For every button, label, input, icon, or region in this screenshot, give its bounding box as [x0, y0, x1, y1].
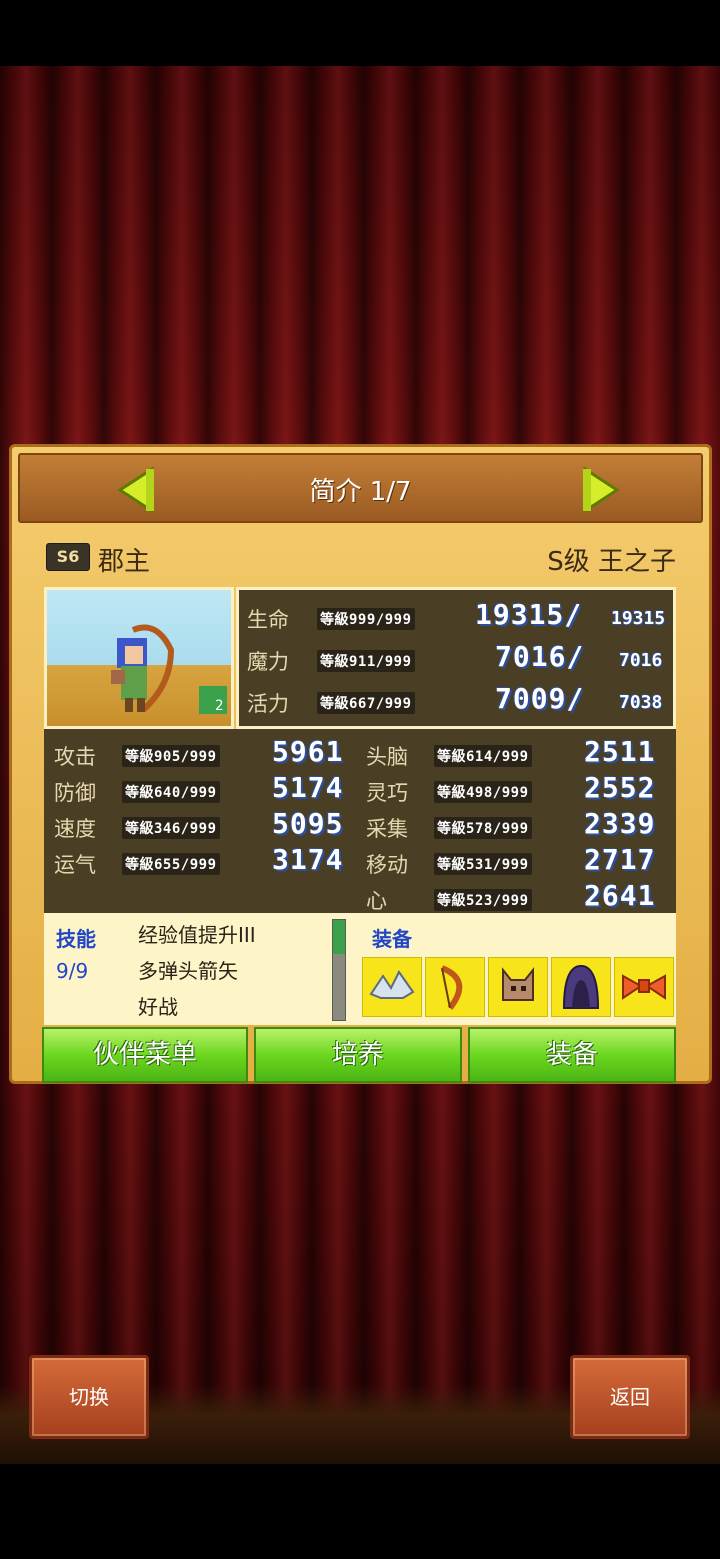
attack-value: 5961 — [272, 735, 344, 768]
equip-slot-headgear[interactable] — [362, 957, 422, 1017]
luck-value: 3174 — [272, 843, 344, 876]
panel-header: 简介 1/7 — [18, 453, 703, 523]
hp-max: 19315 — [611, 608, 666, 629]
character-name: 郡主 — [98, 547, 151, 577]
movement-label: 移动 — [366, 853, 408, 877]
defense-level: 等級640/999 — [122, 781, 220, 803]
rank-badge: S6 — [46, 543, 90, 571]
movement-level: 等級531/999 — [434, 853, 532, 875]
hp-current: 19315/ — [475, 598, 583, 631]
attack-label: 攻击 — [54, 745, 96, 769]
skill-item[interactable]: 经验值提升III — [138, 919, 256, 948]
character-class: S级 王之子 — [547, 547, 676, 577]
dexterity-value: 2552 — [584, 771, 656, 804]
gathering-label: 采集 — [366, 817, 408, 841]
character-panel: 简介 1/7 S6 郡主 S级 王之子 2 生命 等級999/999 19315… — [9, 444, 712, 1084]
bow-icon — [440, 965, 463, 1010]
name-row: S6 郡主 S级 王之子 — [46, 541, 676, 577]
defense-value: 5174 — [272, 771, 344, 804]
skill-item[interactable]: 好战 — [138, 991, 178, 1020]
skills-title[interactable]: 技能 — [56, 923, 96, 952]
ribbon-icon — [622, 974, 666, 1000]
luck-label: 运气 — [54, 853, 96, 877]
luck-level: 等級655/999 — [122, 853, 220, 875]
heart-value: 2641 — [584, 879, 656, 912]
back-button[interactable]: 返回 — [570, 1355, 690, 1439]
defense-label: 防御 — [54, 781, 96, 805]
mp-level: 等級911/999 — [317, 650, 415, 672]
gathering-level: 等級578/999 — [434, 817, 532, 839]
gathering-value: 2339 — [584, 807, 656, 840]
dexterity-label: 灵巧 — [366, 781, 408, 805]
stamina-current: 7009/ — [495, 682, 585, 715]
speed-label: 速度 — [54, 817, 96, 841]
movement-value: 2717 — [584, 843, 656, 876]
next-arrow-icon[interactable] — [581, 465, 621, 515]
switch-button[interactable]: 切换 — [29, 1355, 149, 1439]
intellect-value: 2511 — [584, 735, 656, 768]
cat-mask-icon — [502, 967, 534, 1001]
speed-value: 5095 — [272, 807, 344, 840]
hood-icon — [562, 964, 600, 1009]
intellect-label: 头脑 — [366, 745, 408, 769]
heart-label: 心 — [366, 889, 387, 913]
skill-item[interactable]: 多弹头箭矢 — [138, 955, 238, 984]
partner-menu-button[interactable]: 伙伴菜单 — [42, 1027, 248, 1083]
wing-helm-icon — [369, 970, 415, 999]
equip-slot-extra[interactable] — [614, 957, 674, 1017]
speed-level: 等級346/999 — [122, 817, 220, 839]
equipment-title[interactable]: 装备 — [372, 923, 412, 952]
equip-slot-accessory[interactable] — [488, 957, 548, 1017]
stamina-max: 7038 — [619, 692, 663, 713]
hp-level: 等級999/999 — [317, 608, 415, 630]
stamina-level: 等級667/999 — [317, 692, 415, 714]
hp-label: 生命 — [247, 608, 289, 632]
skills-scrollbar[interactable] — [332, 919, 346, 1021]
attack-level: 等級905/999 — [122, 745, 220, 767]
equip-slot-weapon[interactable] — [425, 957, 485, 1017]
train-button[interactable]: 培养 — [254, 1027, 462, 1083]
mp-label: 魔力 — [247, 650, 289, 674]
character-sprite-icon: 2 — [111, 624, 227, 714]
heart-level: 等級523/999 — [434, 889, 532, 911]
mp-current: 7016/ — [495, 640, 585, 673]
attribute-grid: 攻击 等級905/999 5961 防御 等級640/999 5174 速度 等… — [44, 729, 676, 913]
hp-mp-panel: 生命 等級999/999 19315/ 19315 魔力 等級911/999 7… — [236, 587, 676, 729]
mp-max: 7016 — [619, 650, 663, 671]
party-count: 2 — [215, 698, 223, 714]
scroll-thumb[interactable] — [333, 920, 345, 954]
skills-count: 9/9 — [56, 959, 89, 983]
character-portrait: 2 — [44, 587, 234, 729]
equip-button[interactable]: 装备 — [468, 1027, 676, 1083]
dexterity-level: 等級498/999 — [434, 781, 532, 803]
skills-equipment-panel: 技能 9/9 经验值提升III 多弹头箭矢 好战 装备 — [44, 913, 676, 1025]
intellect-level: 等級614/999 — [434, 745, 532, 767]
stamina-label: 活力 — [247, 692, 289, 716]
equip-slot-armor[interactable] — [551, 957, 611, 1017]
